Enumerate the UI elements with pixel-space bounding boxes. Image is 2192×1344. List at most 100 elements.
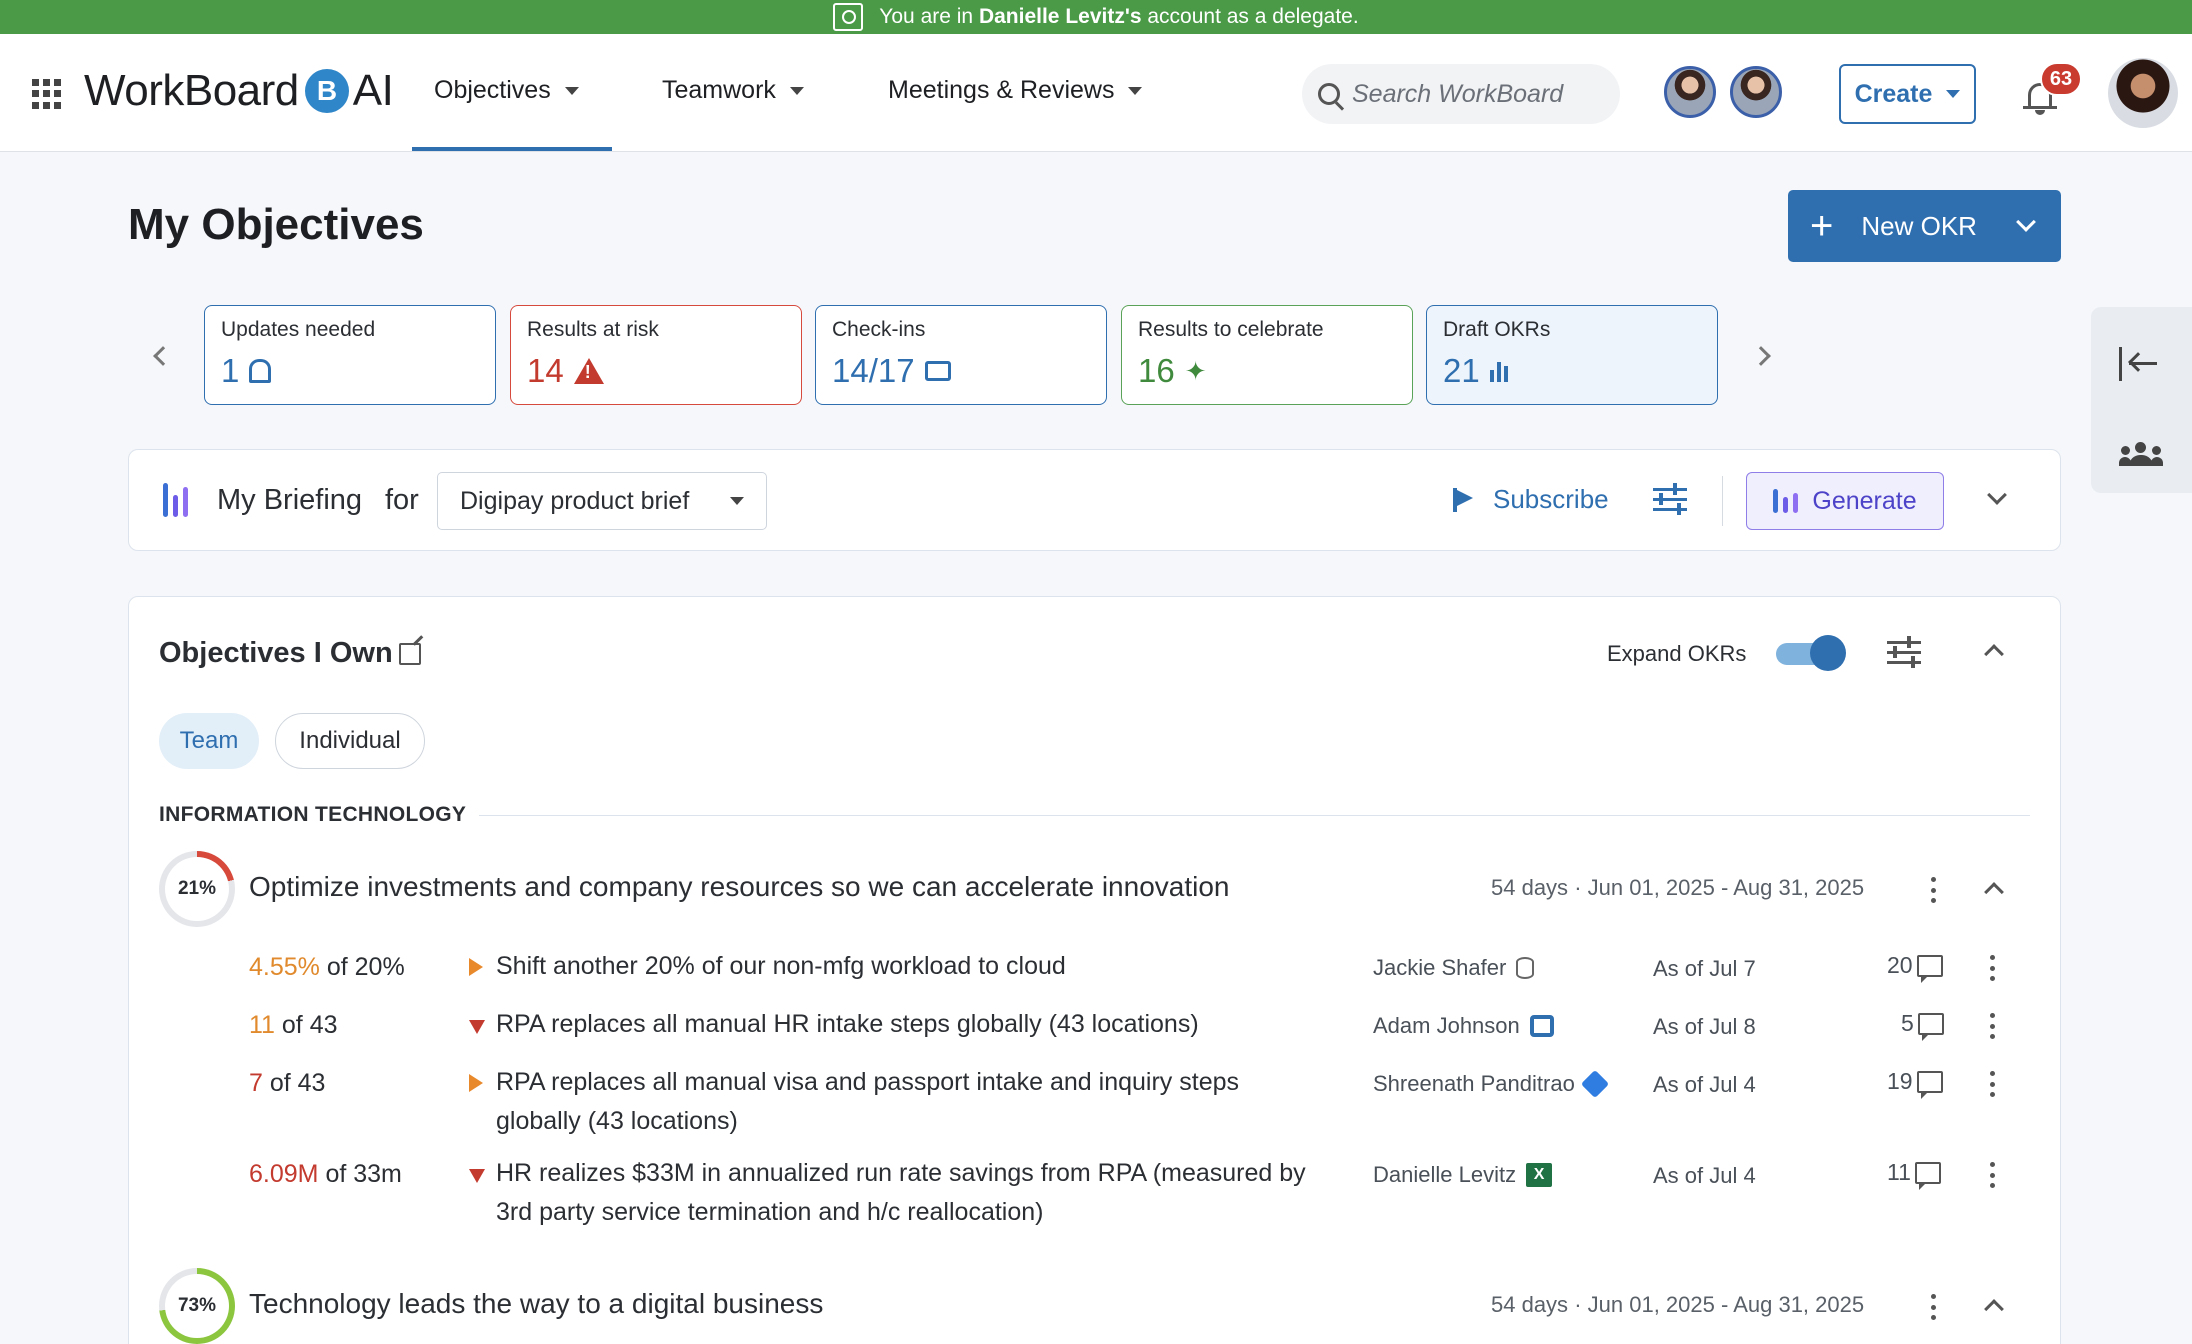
- plus-icon: +: [1810, 204, 1834, 248]
- card-draft-okrs[interactable]: Draft OKRs 21: [1426, 305, 1718, 405]
- delegate-avatar-1[interactable]: [1664, 66, 1716, 118]
- kr-owner[interactable]: Jackie Shafer: [1373, 955, 1535, 981]
- people-icon[interactable]: [2119, 442, 2163, 466]
- briefing-settings-icon[interactable]: [1653, 483, 1687, 515]
- expand-okrs-toggle[interactable]: [1776, 635, 1846, 671]
- apps-grid-icon[interactable]: [32, 79, 62, 109]
- objective-collapse-icon[interactable]: [1984, 1299, 2004, 1321]
- kr-comments[interactable]: 5: [1901, 1010, 1944, 1041]
- objective-meta: 54 days · Jun 01, 2025 - Aug 31, 2025: [1491, 1292, 1865, 1317]
- banner-text: You are in Danielle Levitz's account as …: [879, 5, 1359, 28]
- kr-more-icon[interactable]: [1989, 1162, 1995, 1188]
- bell-plus-icon: [249, 359, 272, 383]
- objective-title[interactable]: Optimize investments and company resourc…: [249, 871, 1230, 903]
- nav-objectives[interactable]: Objectives: [434, 76, 579, 105]
- my-briefing-bar: My Briefing for Digipay product brief Su…: [128, 449, 2061, 551]
- search-icon: [1318, 83, 1340, 105]
- progress-ring: 73%: [159, 1268, 235, 1344]
- section-label: INFORMATION TECHNOLOGY: [159, 803, 467, 826]
- chevron-down-icon: [789, 86, 804, 95]
- segment-individual[interactable]: Individual: [275, 713, 425, 769]
- new-okr-button[interactable]: + New OKR: [1788, 190, 2061, 262]
- kr-more-icon[interactable]: [1989, 1013, 1995, 1039]
- objective-meta: 54 days · Jun 01, 2025 - Aug 31, 2025: [1491, 875, 1865, 900]
- notification-count-badge: 63: [2040, 62, 2082, 96]
- warning-icon: [573, 358, 604, 384]
- kr-comments[interactable]: 11: [1887, 1159, 1941, 1190]
- key-result-text[interactable]: RPA replaces all manual visa and passpor…: [496, 1063, 1326, 1141]
- chart-edit-icon: [1489, 360, 1508, 382]
- objective-collapse-icon[interactable]: [1984, 882, 2004, 904]
- divider: [479, 815, 2030, 816]
- panel-collapse-icon[interactable]: [1984, 644, 2004, 666]
- nav-teamwork[interactable]: Teamwork: [662, 76, 804, 105]
- panel-filter-icon[interactable]: [1887, 636, 1921, 668]
- page-title: My Objectives: [128, 200, 424, 249]
- chevron-down-icon: [730, 497, 744, 505]
- kr-comments[interactable]: 19: [1887, 1068, 1943, 1099]
- briefing-expand-icon[interactable]: [1987, 485, 2007, 507]
- chevron-down-icon: [564, 86, 579, 95]
- delegate-icon: [833, 3, 864, 31]
- cards-next-arrow-icon[interactable]: [1751, 346, 1771, 366]
- kr-as-of: As of Jul 4: [1653, 1072, 1756, 1097]
- card-check-ins[interactable]: Check-ins 14/17: [815, 305, 1107, 405]
- objective-more-icon[interactable]: [1930, 1294, 1936, 1320]
- external-link-icon[interactable]: [398, 642, 421, 665]
- cards-prev-arrow-icon[interactable]: [153, 346, 173, 366]
- kr-as-of: As of Jul 7: [1653, 956, 1756, 981]
- divider: [1722, 476, 1723, 526]
- generate-button[interactable]: Generate: [1746, 472, 1944, 530]
- kr-more-icon[interactable]: [1989, 1071, 1995, 1097]
- kr-as-of: As of Jul 8: [1653, 1014, 1756, 1039]
- card-updates-needed[interactable]: Updates needed 1: [204, 305, 496, 405]
- card-results-at-risk[interactable]: Results at risk 14: [510, 305, 802, 405]
- key-result-text[interactable]: RPA replaces all manual HR intake steps …: [496, 1005, 1326, 1044]
- office365-icon: [1529, 1015, 1554, 1037]
- comment-icon: [1917, 1012, 1944, 1041]
- kr-as-of: As of Jul 4: [1653, 1163, 1756, 1188]
- status-on-track-icon: [469, 958, 483, 976]
- active-nav-indicator: [412, 147, 612, 151]
- kr-comments[interactable]: 20: [1887, 952, 1943, 983]
- user-avatar[interactable]: [2108, 58, 2178, 128]
- objective-more-icon[interactable]: [1930, 877, 1936, 903]
- chevron-down-icon: [1946, 90, 1961, 98]
- segment-team[interactable]: Team: [159, 713, 259, 769]
- card-results-to-celebrate[interactable]: Results to celebrate 16 ✦: [1121, 305, 1413, 405]
- subscribe-icon: [1453, 487, 1479, 512]
- jira-icon: [1580, 1069, 1609, 1099]
- excel-icon: X: [1526, 1163, 1553, 1187]
- workboard-logo[interactable]: WorkBoard B AI: [84, 66, 394, 116]
- kr-owner[interactable]: Danielle Levitz X: [1373, 1162, 1553, 1188]
- kr-owner[interactable]: Shreenath Panditrao: [1373, 1069, 1609, 1099]
- create-button[interactable]: Create: [1839, 64, 1976, 124]
- ai-sparkle-icon: [1773, 489, 1799, 513]
- kr-more-icon[interactable]: [1989, 955, 1995, 981]
- party-icon: ✦: [1184, 355, 1207, 386]
- status-at-risk-icon: [469, 1169, 485, 1183]
- comment-icon: [1916, 1070, 1943, 1099]
- comment-icon: [1914, 1161, 1941, 1190]
- kr-owner[interactable]: Adam Johnson: [1373, 1013, 1554, 1039]
- database-icon: [1516, 957, 1535, 979]
- status-on-track-icon: [469, 1074, 483, 1092]
- progress-ring: 21%: [159, 851, 235, 927]
- delegate-banner: You are in Danielle Levitz's account as …: [0, 0, 2192, 34]
- top-bar: WorkBoard B AI Objectives Teamwork Meeti…: [0, 34, 2192, 152]
- objective-title[interactable]: Technology leads the way to a digital bu…: [249, 1288, 823, 1320]
- key-result-text[interactable]: HR realizes $33M in annualized run rate …: [496, 1154, 1326, 1232]
- subscribe-button[interactable]: Subscribe: [1453, 484, 1609, 515]
- briefing-select[interactable]: Digipay product brief: [437, 472, 767, 530]
- ai-briefing-icon: [163, 483, 188, 517]
- collapse-left-icon[interactable]: [2119, 347, 2159, 381]
- side-rail: [2091, 307, 2192, 493]
- delegate-avatar-2[interactable]: [1730, 66, 1782, 118]
- panel-title[interactable]: Objectives I Own: [159, 637, 421, 670]
- chat-icon: [924, 361, 951, 381]
- comment-icon: [1916, 954, 1943, 983]
- logo-badge: B: [304, 69, 349, 113]
- key-result-text[interactable]: Shift another 20% of our non-mfg workloa…: [496, 947, 1326, 986]
- nav-meetings-reviews[interactable]: Meetings & Reviews: [888, 76, 1143, 105]
- search-input[interactable]: Search WorkBoard: [1302, 64, 1620, 124]
